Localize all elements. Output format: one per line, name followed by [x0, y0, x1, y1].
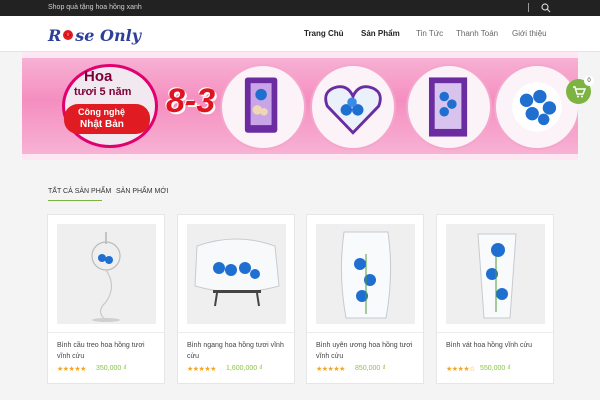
site-logo[interactable]: R se Only	[48, 24, 141, 46]
rating-stars: ★★★★★	[187, 366, 216, 373]
tab-all-products[interactable]: TẤT CẢ SẢN PHẨM	[48, 188, 111, 195]
promo-banner[interactable]: Hoa tươi 5 năm Công nghệ Nhật Bản 8-3	[22, 52, 578, 160]
nav-item-thanh-toan[interactable]: Thanh Toán	[456, 29, 498, 38]
rose-icon	[63, 30, 74, 40]
active-tab-underline	[48, 200, 102, 201]
product-image[interactable]	[57, 224, 156, 324]
banner-product-gift-box	[220, 64, 306, 150]
badge-headline-4: Nhật Bản	[80, 119, 124, 130]
product-name[interactable]: Bình vát hoa hồng vĩnh cửu	[446, 340, 548, 351]
nav-item-gioi-thieu[interactable]: Giới thiệu	[512, 29, 547, 38]
product-price: 350,000 ₫	[96, 365, 127, 372]
product-card[interactable]: Bình vát hoa hồng vĩnh cửu ★★★★☆ 550,000…	[436, 214, 554, 384]
badge-headline-2: tươi 5 năm	[74, 86, 132, 98]
rating-stars: ★★★★★	[57, 366, 86, 373]
banner-stripe-bottom	[22, 154, 578, 160]
top-bar: Shop quà tặng hoa hồng xanh	[0, 0, 600, 16]
banner-product-mirror-box	[406, 64, 492, 150]
card-divider	[307, 332, 423, 333]
banner-date: 8-3	[166, 82, 216, 120]
banner-product-bouquet	[494, 64, 578, 150]
badge-headline-1: Hoa	[84, 68, 113, 85]
logo-text-left: R	[48, 25, 62, 45]
card-divider	[178, 332, 294, 333]
product-price: 850,000 ₫	[355, 365, 386, 372]
product-card[interactable]: Bình uyên ương hoa hồng tươi vĩnh cửu ★★…	[306, 214, 424, 384]
topbar-separator	[528, 3, 529, 12]
product-card[interactable]: Bình ngang hoa hồng tươi vĩnh cửu ★★★★★ …	[177, 214, 295, 384]
product-image[interactable]	[316, 224, 415, 324]
card-divider	[437, 332, 553, 333]
rating-stars: ★★★★★	[316, 366, 345, 373]
cart-count-badge: 0	[584, 76, 594, 86]
nav-item-tin-tuc[interactable]: Tin Tức	[416, 29, 443, 38]
nav-item-trang-chu[interactable]: Trang Chủ	[304, 29, 344, 38]
site-header: R se Only Trang Chủ Sản Phẩm Tin Tức Tha…	[0, 16, 600, 52]
search-icon[interactable]	[541, 3, 551, 13]
product-price: 1,600,000 ₫	[226, 365, 263, 372]
tab-new-products[interactable]: SẢN PHẨM MỚI	[116, 188, 168, 195]
product-name[interactable]: Bình cầu treo hoa hồng tươi vĩnh cửu	[57, 340, 159, 362]
card-divider	[48, 332, 164, 333]
product-image[interactable]	[187, 224, 286, 324]
badge-headline-3: Công nghệ	[78, 107, 125, 117]
logo-text-right: se Only	[75, 25, 141, 45]
banner-stripe-top	[22, 52, 578, 58]
product-name[interactable]: Bình uyên ương hoa hồng tươi vĩnh cửu	[316, 340, 418, 362]
product-image[interactable]	[446, 224, 545, 324]
rating-stars: ★★★★☆	[446, 366, 475, 373]
nav-item-san-pham[interactable]: Sản Phẩm	[361, 29, 400, 38]
shop-tagline: Shop quà tặng hoa hồng xanh	[48, 4, 142, 11]
product-name[interactable]: Bình ngang hoa hồng tươi vĩnh cửu	[187, 340, 289, 362]
product-card[interactable]: Bình cầu treo hoa hồng tươi vĩnh cửu ★★★…	[47, 214, 165, 384]
product-price: 550,000 ₫	[480, 365, 511, 372]
banner-product-heart-box	[310, 64, 396, 150]
